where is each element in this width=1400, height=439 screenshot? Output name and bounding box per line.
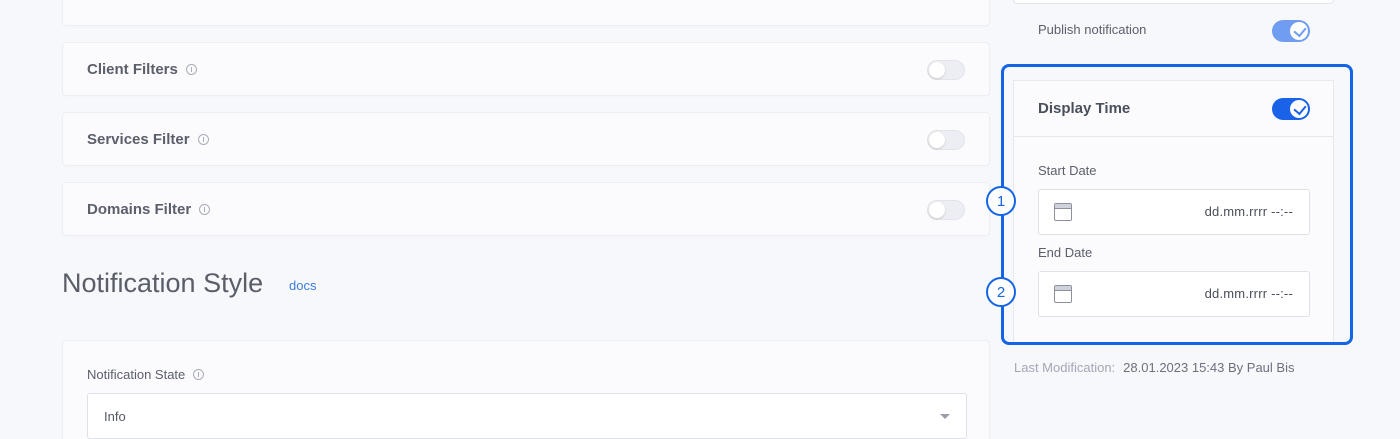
- chevron-down-icon: [940, 414, 950, 419]
- domains-filter-label: Domains Filter: [87, 200, 192, 218]
- last-modification-value: 28.01.2023 15:43 By Paul Bis: [1123, 360, 1295, 375]
- notification-state-card: Notification State Info: [62, 340, 990, 439]
- sidebar-top-card-partial: [1013, 0, 1334, 4]
- publish-notification-toggle[interactable]: [1272, 20, 1310, 42]
- last-modification-label: Last Modification:: [1014, 360, 1116, 375]
- services-filter-label: Services Filter: [87, 130, 190, 148]
- step-badge-1: 1: [986, 186, 1016, 216]
- client-filters-label: Client Filters: [87, 60, 178, 78]
- check-icon: [1293, 23, 1307, 38]
- notification-state-select[interactable]: Info: [87, 393, 967, 439]
- info-icon[interactable]: [199, 203, 211, 215]
- info-icon[interactable]: [193, 369, 205, 380]
- step-badge-2: 2: [986, 277, 1016, 307]
- top-card-partial: [62, 0, 990, 26]
- notification-state-label: Notification State: [87, 367, 186, 382]
- domains-filter-toggle[interactable]: [927, 200, 965, 220]
- client-filters-toggle[interactable]: [927, 60, 965, 80]
- info-icon[interactable]: [197, 133, 209, 145]
- last-modification: Last Modification: 28.01.2023 15:43 By Pa…: [1014, 360, 1294, 375]
- services-filter-toggle[interactable]: [927, 130, 965, 150]
- publish-notification-label: Publish notification: [1038, 22, 1147, 37]
- client-filters-card: Client Filters: [62, 42, 990, 96]
- domains-filter-card: Domains Filter: [62, 182, 990, 236]
- services-filter-card: Services Filter: [62, 112, 990, 166]
- info-icon[interactable]: [185, 63, 197, 75]
- docs-link[interactable]: docs: [289, 278, 316, 293]
- section-title: Notification Style: [62, 268, 264, 298]
- notification-state-value: Info: [104, 408, 126, 424]
